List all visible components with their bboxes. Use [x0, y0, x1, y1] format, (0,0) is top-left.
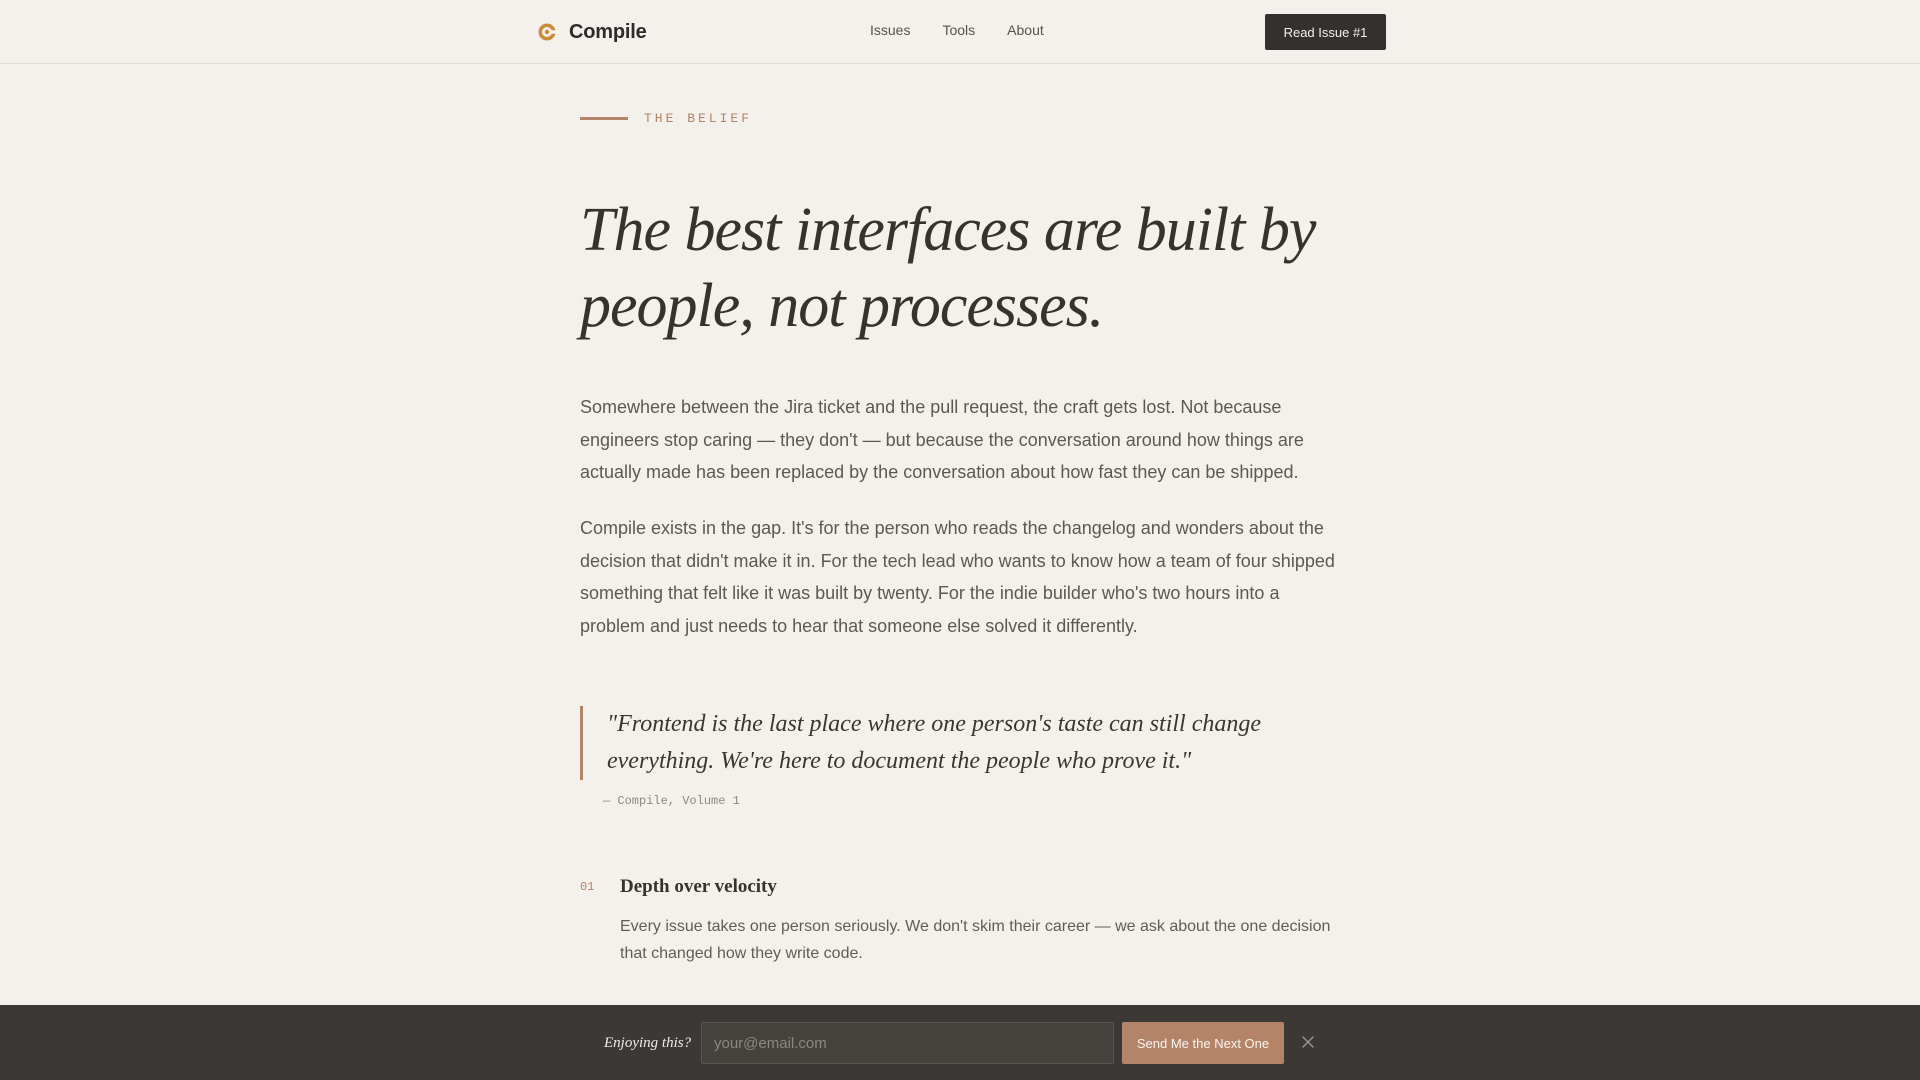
mission-paragraph: Compile exists in the gap. It's for the … — [580, 518, 1335, 636]
principle-number: 01 — [580, 880, 595, 894]
subscribe-bar: Enjoying this? Send Me the Next One — [0, 1005, 1920, 1080]
email-input[interactable] — [701, 1022, 1114, 1064]
main-nav: Issues Tools About — [870, 22, 1044, 38]
section-eyebrow: THE BELIEF — [580, 111, 752, 126]
close-icon — [1302, 1036, 1314, 1048]
brand-logo-link[interactable]: Compile — [537, 18, 647, 46]
intro-paragraph: Somewhere between the Jira ticket and th… — [580, 397, 1304, 482]
dismiss-button[interactable] — [1298, 1032, 1318, 1052]
nav-item-tools[interactable]: Tools — [942, 22, 975, 38]
eyebrow-rule — [580, 117, 628, 120]
subscribe-button[interactable]: Send Me the Next One — [1122, 1022, 1284, 1064]
quote-text: "Frontend is the last place where one pe… — [607, 711, 1261, 774]
compile-logo-icon — [538, 23, 556, 41]
quote-citation: — Compile, Volume 1 — [603, 794, 740, 808]
eyebrow-label: THE BELIEF — [644, 111, 753, 126]
brand-name: Compile — [569, 20, 647, 43]
read-issue-button[interactable]: Read Issue #1 — [1265, 14, 1386, 50]
pull-quote: "Frontend is the last place where one pe… — [580, 706, 1320, 780]
nav-item-issues[interactable]: Issues — [870, 22, 910, 38]
page-headline: The best interfaces are built by people,… — [580, 196, 1316, 340]
principle-description: Every issue takes one person seriously. … — [620, 918, 1331, 962]
principle-title: Depth over velocity — [620, 876, 777, 897]
nav-item-about[interactable]: About — [1007, 22, 1044, 38]
top-navigation-bar: Compile Issues Tools About Read Issue #1 — [0, 0, 1920, 64]
subscribe-prompt: Enjoying this? — [604, 1035, 692, 1051]
